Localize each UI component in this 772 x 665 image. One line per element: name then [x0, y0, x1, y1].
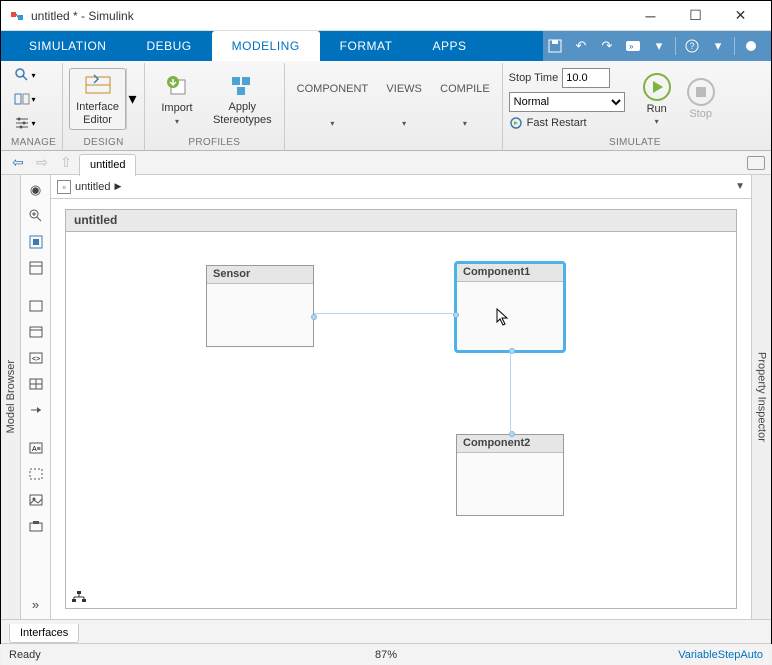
chevron-down-icon[interactable]: ▾: [706, 34, 730, 58]
annotation-icon[interactable]: A≡: [25, 437, 47, 459]
nav-up-icon[interactable]: ⇧: [55, 153, 77, 173]
minimize-button[interactable]: ─: [628, 1, 673, 31]
stop-time-label: Stop Time: [509, 72, 559, 84]
sim-mode-select[interactable]: Normal: [509, 92, 625, 112]
window-title: untitled * - Simulink: [31, 9, 628, 23]
model-icon[interactable]: ▫: [57, 180, 71, 194]
save-icon[interactable]: [543, 34, 567, 58]
keyboard-icon[interactable]: [747, 156, 765, 170]
tool-canvas-icon[interactable]: [25, 321, 47, 343]
port-out[interactable]: [311, 314, 317, 320]
group-manage: MANAGE: [11, 135, 56, 150]
tab-interfaces[interactable]: Interfaces: [9, 624, 79, 643]
quick-access: ↶ ↷ » ▾ ? ▾: [543, 31, 771, 61]
nav-bar: ⇦ ⇨ ⇧ untitled: [1, 151, 771, 175]
tool-grid-icon[interactable]: [25, 373, 47, 395]
stop-button[interactable]: Stop: [681, 76, 721, 122]
tab-modeling[interactable]: MODELING: [212, 31, 320, 61]
run-button[interactable]: Run ▾: [637, 71, 677, 128]
status-ready: Ready: [9, 649, 41, 661]
undo-icon[interactable]: ↶: [569, 34, 593, 58]
breadcrumb: ▫ untitled ▶ ▼: [51, 175, 751, 199]
fast-restart-button[interactable]: Fast Restart: [509, 116, 625, 130]
zoom-in-icon[interactable]: [25, 205, 47, 227]
statusbar: Ready 87% VariableStepAuto: [1, 643, 771, 665]
svg-text:A≡: A≡: [32, 446, 41, 453]
play-icon: [643, 73, 671, 101]
area-icon[interactable]: [25, 463, 47, 485]
image-icon[interactable]: [25, 489, 47, 511]
status-zoom[interactable]: 87%: [375, 649, 397, 661]
palette: ◉ <> A≡ »: [21, 175, 51, 619]
chevron-down-icon[interactable]: ▾: [647, 34, 671, 58]
group-simulate: SIMULATE: [509, 135, 761, 150]
interface-editor-button[interactable]: Interface Editor: [69, 68, 126, 129]
status-solver[interactable]: VariableStepAuto: [678, 649, 763, 661]
import-button[interactable]: Import ▾: [151, 70, 203, 128]
tool-arrow-icon[interactable]: [25, 399, 47, 421]
crumb-dropdown-icon[interactable]: ▼: [735, 181, 745, 192]
views-dropdown[interactable]: VIEWS ▾: [378, 79, 430, 131]
maximize-button[interactable]: ☐: [673, 1, 718, 31]
nav-forward-icon[interactable]: ⇨: [31, 153, 53, 173]
viewmark-icon[interactable]: [25, 515, 47, 537]
gear-icon[interactable]: [739, 34, 763, 58]
compare-icon[interactable]: ▾: [11, 88, 39, 110]
tool-box-icon[interactable]: [25, 295, 47, 317]
model-browser-spine[interactable]: Model Browser: [1, 175, 21, 619]
model-tab[interactable]: untitled: [79, 154, 136, 176]
ribbon-tabs: SIMULATION DEBUG MODELING FORMAT APPS ↶ …: [1, 31, 771, 61]
group-design: DESIGN: [69, 135, 138, 150]
expand-icon[interactable]: »: [25, 593, 47, 615]
hide-browser-icon[interactable]: ◉: [25, 179, 47, 201]
svg-text:<>: <>: [32, 356, 40, 363]
help-icon[interactable]: ?: [680, 34, 704, 58]
stereotypes-icon: [228, 71, 256, 99]
canvas[interactable]: untitled Sensor Component1 Component2: [65, 209, 737, 609]
component-dropdown[interactable]: COMPONENT ▾: [291, 79, 375, 131]
stop-time-input[interactable]: [562, 68, 610, 88]
find-icon[interactable]: ▾: [11, 64, 39, 86]
wire-sensor-comp1[interactable]: [314, 313, 454, 314]
app-icon: [9, 8, 25, 24]
svg-text:?: ?: [690, 41, 695, 51]
toggle-perspective-icon[interactable]: [25, 257, 47, 279]
hierarchy-icon[interactable]: [70, 590, 88, 604]
block-component1[interactable]: Component1: [454, 261, 566, 353]
property-inspector-spine[interactable]: Property Inspector: [751, 175, 771, 619]
tool-code-icon[interactable]: <>: [25, 347, 47, 369]
more-icon[interactable]: »: [621, 34, 645, 58]
fit-view-icon[interactable]: [25, 231, 47, 253]
tune-icon[interactable]: ▾: [11, 112, 39, 134]
import-icon: [163, 72, 191, 100]
block-component2[interactable]: Component2: [456, 434, 564, 516]
block-sensor[interactable]: Sensor: [206, 265, 314, 347]
titlebar: untitled * - Simulink ─ ☐ ✕: [1, 1, 771, 31]
interface-editor-icon: [84, 71, 112, 99]
group-profiles: PROFILES: [151, 135, 278, 150]
diagram-title: untitled: [66, 210, 736, 232]
crumb-root[interactable]: untitled: [75, 181, 110, 193]
toolstrip: ▾ ▾ ▾ MANAGE Interface Editor ▾ DESIGN I…: [1, 61, 771, 151]
stop-icon: [687, 78, 715, 106]
bottom-tabs: Interfaces: [1, 619, 771, 643]
redo-icon[interactable]: ↷: [595, 34, 619, 58]
tab-format[interactable]: FORMAT: [320, 31, 413, 61]
compile-dropdown[interactable]: COMPILE ▾: [434, 79, 496, 131]
design-dropdown[interactable]: ▾: [126, 68, 138, 129]
wire-comp1-comp2[interactable]: [510, 353, 511, 434]
workspace: Model Browser ◉ <> A≡ » ▫ untitled ▶ ▼ u…: [1, 175, 771, 619]
nav-back-icon[interactable]: ⇦: [7, 153, 29, 173]
tab-apps[interactable]: APPS: [412, 31, 486, 61]
svg-text:»: »: [629, 42, 634, 51]
close-button[interactable]: ✕: [718, 1, 763, 31]
apply-stereotypes-button[interactable]: Apply Stereotypes: [207, 69, 278, 128]
tab-simulation[interactable]: SIMULATION: [9, 31, 126, 61]
tab-debug[interactable]: DEBUG: [126, 31, 211, 61]
